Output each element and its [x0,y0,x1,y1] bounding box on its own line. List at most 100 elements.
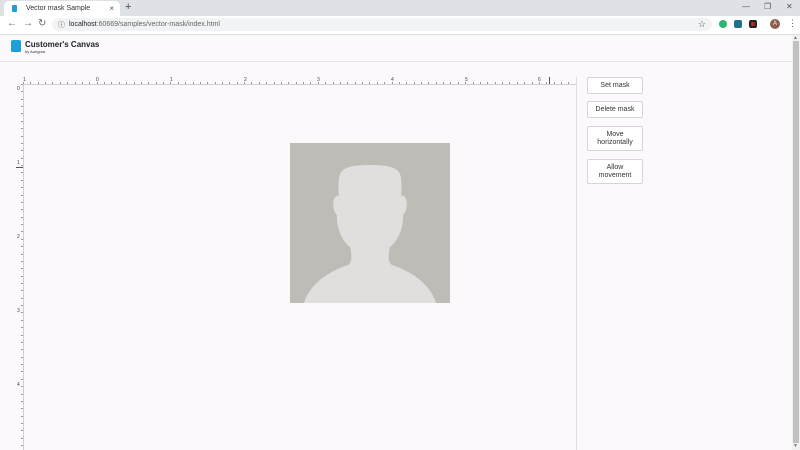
ruler-tick [487,82,489,84]
customers-canvas-logo-icon [11,40,21,52]
ruler-tick [199,82,201,84]
ruler-tick [21,437,23,439]
ruler-tick [21,356,23,358]
ruler-tick [295,82,297,84]
ruler-tick [332,82,334,84]
profile-avatar[interactable]: A [770,19,780,29]
design-canvas[interactable]: 1 0 1 2 3 4 5 6 0 1 2 3 4 [16,77,577,450]
brand-subtitle: by Aurigma [25,49,46,54]
ruler-tick [214,82,216,84]
browser-tab[interactable]: Vector mask Sample × [4,1,120,16]
window-close-icon[interactable]: ✕ [786,2,793,11]
page-favicon-icon [12,5,17,12]
ruler-tick [155,82,157,84]
ruler-tick [21,423,23,425]
extension-icon[interactable] [734,20,742,28]
ruler-tick [21,386,23,388]
ruler-tick [376,82,378,84]
ruler-tick [21,216,23,218]
ruler-label: 0 [17,86,20,92]
ruler-tick [21,349,23,351]
ruler-tick [21,172,23,174]
brand-title: Customer's Canvas [25,40,100,49]
ruler-tick [21,341,23,343]
ruler-tick [428,82,430,84]
browser-menu-icon[interactable]: ⋮ [788,18,797,29]
ruler-tick [111,82,113,84]
ruler-tick [391,82,393,84]
set-mask-button[interactable]: Set mask [587,77,643,94]
ruler-tick [21,297,23,299]
ruler-label: 1 [17,160,20,166]
scroll-down-icon[interactable]: ▼ [793,443,798,449]
ruler-tick [479,82,481,84]
ruler-tick [30,82,32,84]
extension-red-icon[interactable] [749,20,757,28]
ruler-tick [21,260,23,262]
bookmark-star-icon[interactable]: ☆ [698,19,706,30]
tab-close-icon[interactable]: × [109,4,114,13]
ruler-tick [177,82,179,84]
ruler-tick [21,179,23,181]
info-icon[interactable]: ⓘ [58,20,65,30]
reload-icon[interactable]: ↻ [38,18,46,29]
address-bar[interactable]: ⓘ localhost:60669/samples/vector-mask/in… [52,18,712,31]
ruler-tick [133,82,135,84]
ruler-tick [21,253,23,255]
ruler-tick [443,82,445,84]
ruler-tick [21,415,23,417]
back-icon[interactable]: ← [7,18,17,29]
ruler-tick [273,82,275,84]
ruler-tick [516,82,518,84]
ruler-marker [549,77,550,84]
ruler-tick [89,82,91,84]
ruler-tick [21,268,23,270]
ruler-tick [531,82,533,84]
ruler-tick [21,91,23,93]
allow-movement-button[interactable]: Allow movement [587,159,643,184]
ruler-tick [126,82,128,84]
page-scrollbar[interactable]: ▲ ▼ [792,35,800,450]
ruler-tick [258,82,260,84]
person-silhouette-icon [304,165,436,303]
ruler-tick [21,194,23,196]
horizontal-ruler[interactable]: 1 0 1 2 3 4 5 6 [16,77,576,85]
scrollbar-thumb[interactable] [793,41,799,443]
ruler-tick [280,82,282,84]
move-horizontally-button[interactable]: Move horizontally [587,126,643,151]
placeholder-photo[interactable] [290,143,450,303]
ruler-tick [509,82,511,84]
ruler-tick [74,82,76,84]
ruler-tick [310,82,312,84]
ruler-label: 4 [17,382,20,388]
ruler-tick [339,82,341,84]
ruler-tick [420,82,422,84]
ruler-tick [21,120,23,122]
url-text[interactable]: localhost:60669/samples/vector-mask/inde… [69,21,220,28]
ruler-tick [37,82,39,84]
ruler-tick [266,82,268,84]
ruler-tick [21,282,23,284]
ruler-tick [21,408,23,410]
restore-icon[interactable]: ❐ [764,2,771,11]
extension-grammarly-icon[interactable] [719,20,727,28]
delete-mask-button[interactable]: Delete mask [587,101,643,118]
ruler-tick [347,82,349,84]
forward-icon[interactable]: → [23,18,33,29]
minimize-icon[interactable]: — [742,2,750,11]
ruler-tick [21,393,23,395]
ruler-tick [21,142,23,144]
ruler-tick [192,82,194,84]
ruler-tick [21,305,23,307]
ruler-tick [303,82,305,84]
vertical-ruler[interactable]: 0 1 2 3 4 [16,84,24,450]
ruler-tick [568,82,570,84]
ruler-tick [21,84,23,85]
ruler-tick [21,224,23,226]
ruler-tick [221,82,223,84]
new-tab-button[interactable]: + [125,1,131,13]
browser-toolbar: ← → ↻ ⓘ localhost:60669/samples/vector-m… [0,16,800,35]
ruler-tick [288,82,290,84]
ruler-tick [524,82,526,84]
ruler-tick [472,82,474,84]
